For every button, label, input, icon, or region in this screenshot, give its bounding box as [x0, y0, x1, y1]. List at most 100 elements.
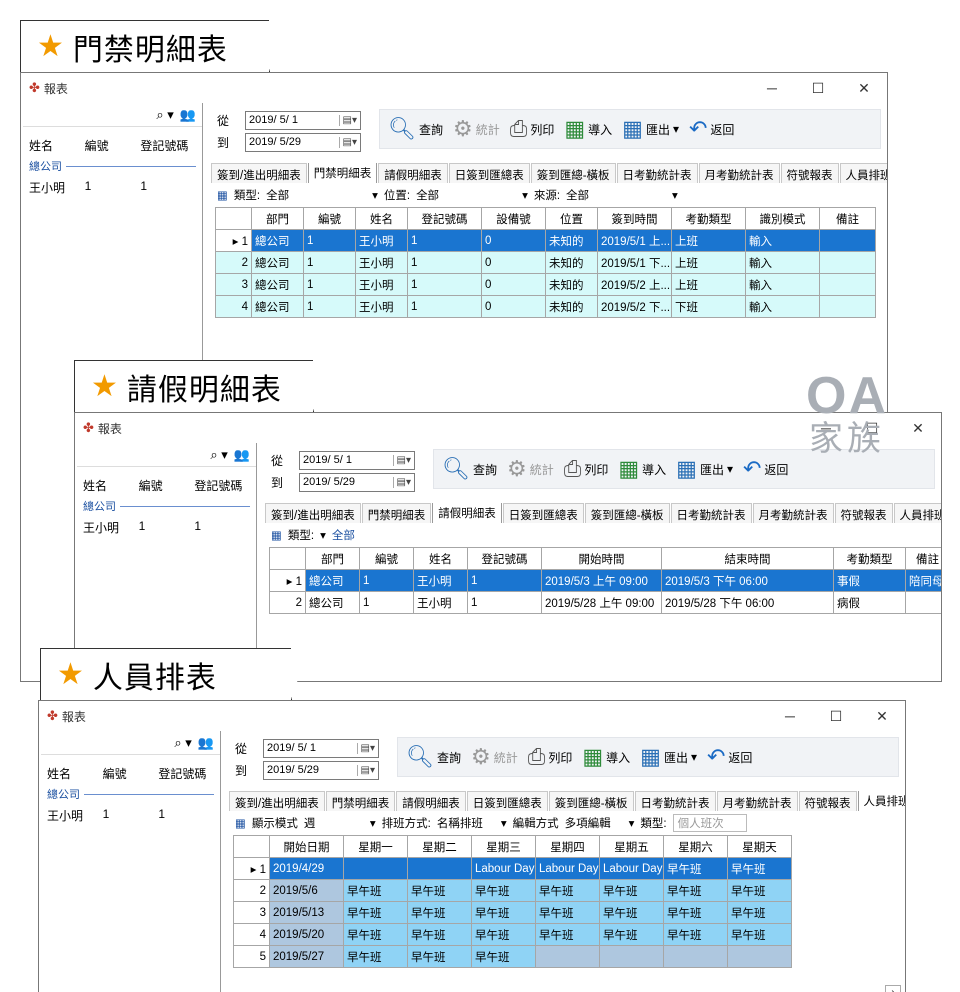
back-button[interactable]: ↶ 返回: [743, 458, 788, 480]
table-cell[interactable]: 1: [303, 251, 356, 274]
table-cell[interactable]: 王小明: [355, 229, 408, 252]
search-icon[interactable]: ⌕ ▾: [210, 447, 227, 463]
table-cell[interactable]: 早午班: [471, 923, 536, 946]
table-cell[interactable]: 早午班: [407, 879, 472, 902]
col-id[interactable]: 編號: [103, 765, 159, 782]
stats-button[interactable]: ⚙ 統計: [453, 118, 500, 140]
table-cell[interactable]: 2019/4/29: [269, 857, 344, 880]
table-row[interactable]: ▸ 1 2019/4/29 Labour Day Labour Day Labour D…: [233, 857, 792, 880]
maximize-button[interactable]: ☐: [813, 708, 859, 725]
table-cell[interactable]: 1: [467, 569, 542, 592]
table-cell[interactable]: 1: [303, 229, 356, 252]
table-row[interactable]: 4 總公司 1 王小明 1 0 未知的 2019/5/2 下... 下班 輸入: [215, 295, 876, 318]
stats-button[interactable]: ⚙ 統計: [471, 746, 518, 768]
table-row[interactable]: ▸ 1 總公司 1 王小明 1 0 未知的 2019/5/1 上... 上班 輸入: [215, 229, 876, 252]
table-cell[interactable]: 早午班: [471, 901, 536, 924]
table-cell[interactable]: 輸入: [745, 295, 820, 318]
table-cell[interactable]: 早午班: [727, 923, 792, 946]
table-cell[interactable]: 0: [481, 251, 546, 274]
table-cell[interactable]: 未知的: [545, 295, 598, 318]
table-cell[interactable]: 病假: [833, 591, 906, 614]
table-cell[interactable]: 早午班: [535, 923, 600, 946]
table-cell[interactable]: 2019/5/27: [269, 945, 344, 968]
import-button[interactable]: ▦ 導入: [618, 458, 666, 480]
mode-select[interactable]: 週: [304, 815, 364, 831]
table-cell[interactable]: 早午班: [343, 879, 408, 902]
table-cell[interactable]: 1: [359, 569, 414, 592]
table-cell[interactable]: [343, 857, 408, 880]
row-number[interactable]: 2: [215, 251, 252, 274]
tab-scheduling[interactable]: 人員排班: [839, 163, 887, 183]
table-cell[interactable]: 輸入: [745, 229, 820, 252]
table-cell[interactable]: 輸入: [745, 251, 820, 274]
table-cell[interactable]: 上班: [671, 251, 746, 274]
table-row[interactable]: 2 總公司 1 王小明 1 0 未知的 2019/5/1 下... 上班 輸入: [215, 251, 876, 274]
from-date-picker[interactable]: 2019/ 5/ 1 ▤▾: [263, 738, 379, 758]
col-id[interactable]: 編號: [139, 477, 195, 494]
source-select[interactable]: 全部: [566, 187, 666, 203]
user-tree-icon[interactable]: 👥: [180, 107, 196, 123]
column-header[interactable]: 設備號: [481, 207, 546, 230]
column-header[interactable]: 結束時間: [661, 547, 834, 570]
table-row[interactable]: 3 總公司 1 王小明 1 0 未知的 2019/5/2 上... 上班 輸入: [215, 273, 876, 296]
row-number[interactable]: ▸ 1: [215, 229, 252, 252]
table-cell[interactable]: 總公司: [251, 251, 304, 274]
minimize-button[interactable]: ─: [767, 708, 813, 725]
table-cell[interactable]: 2019/5/1 下...: [597, 251, 672, 274]
column-header[interactable]: 登記號碼: [407, 207, 482, 230]
table-cell[interactable]: 早午班: [727, 901, 792, 924]
table-cell[interactable]: [905, 591, 941, 614]
tab-checkin-detail[interactable]: 簽到/進出明細表: [265, 503, 361, 523]
table-row[interactable]: 2 總公司 1 王小明 1 2019/5/28 上午 09:00 2019/5/28 下午 …: [269, 591, 941, 614]
table-cell[interactable]: 1: [407, 251, 482, 274]
row-number[interactable]: 3: [233, 901, 270, 924]
table-cell[interactable]: 0: [481, 295, 546, 318]
tab-summary-horizontal[interactable]: 簽到匯總-橫板: [584, 503, 670, 523]
table-cell[interactable]: 王小明: [413, 569, 468, 592]
tab-daily-stats[interactable]: 日考勤統計表: [634, 791, 716, 811]
table-cell[interactable]: 2019/5/3 下午 06:00: [661, 569, 834, 592]
group-header[interactable]: 總公司: [47, 786, 214, 802]
column-header[interactable]: 星期五: [599, 835, 664, 858]
col-id[interactable]: 編號: [85, 137, 141, 154]
table-cell[interactable]: 早午班: [727, 879, 792, 902]
group-header[interactable]: 總公司: [29, 158, 196, 174]
table-cell[interactable]: 未知的: [545, 251, 598, 274]
table-cell[interactable]: 早午班: [407, 923, 472, 946]
row-number[interactable]: 2: [269, 591, 306, 614]
column-header[interactable]: 星期四: [535, 835, 600, 858]
tab-daily-summary[interactable]: 日簽到匯總表: [502, 503, 584, 523]
column-header[interactable]: 部門: [251, 207, 304, 230]
table-cell[interactable]: [407, 857, 472, 880]
tab-access-detail[interactable]: 門禁明細表: [325, 791, 396, 811]
table-cell[interactable]: 1: [303, 295, 356, 318]
table-cell[interactable]: 1: [359, 591, 414, 614]
table-row[interactable]: 2 2019/5/6 早午班 早午班 早午班 早午班 早午班 早午班 早午班: [233, 879, 792, 902]
print-button[interactable]: ⎙ 列印: [564, 458, 609, 480]
column-header[interactable]: 登記號碼: [467, 547, 542, 570]
row-number[interactable]: 4: [233, 923, 270, 946]
tab-checkin-detail[interactable]: 簽到/進出明細表: [211, 163, 307, 183]
column-header[interactable]: 星期三: [471, 835, 536, 858]
table-cell[interactable]: 早午班: [343, 901, 408, 924]
table-cell[interactable]: [727, 945, 792, 968]
minimize-button[interactable]: ─: [749, 80, 795, 97]
edit-select[interactable]: 多項編輯: [565, 815, 623, 831]
search-icon[interactable]: ⌕ ▾: [156, 107, 173, 123]
employee-row[interactable]: 王小明 1 1: [23, 176, 202, 199]
table-cell[interactable]: 輸入: [745, 273, 820, 296]
table-cell[interactable]: 0: [481, 229, 546, 252]
export-button[interactable]: ▦ 匯出 ▾: [676, 458, 733, 480]
tab-daily-summary[interactable]: 日簽到匯總表: [466, 791, 548, 811]
to-date-picker[interactable]: 2019/ 5/29 ▤▾: [299, 472, 415, 492]
query-button[interactable]: 🔍︎ 查詢: [442, 458, 497, 480]
tab-access-detail[interactable]: 門禁明細表: [361, 503, 432, 523]
table-cell[interactable]: 早午班: [663, 923, 728, 946]
table-cell[interactable]: [819, 229, 876, 252]
table-cell[interactable]: [663, 945, 728, 968]
col-regno[interactable]: 登記號碼: [158, 765, 214, 782]
tab-checkin-detail[interactable]: 簽到/進出明細表: [229, 791, 325, 811]
table-cell[interactable]: 早午班: [407, 945, 472, 968]
tab-monthly-stats[interactable]: 月考勤統計表: [752, 503, 834, 523]
table-cell[interactable]: 早午班: [599, 901, 664, 924]
